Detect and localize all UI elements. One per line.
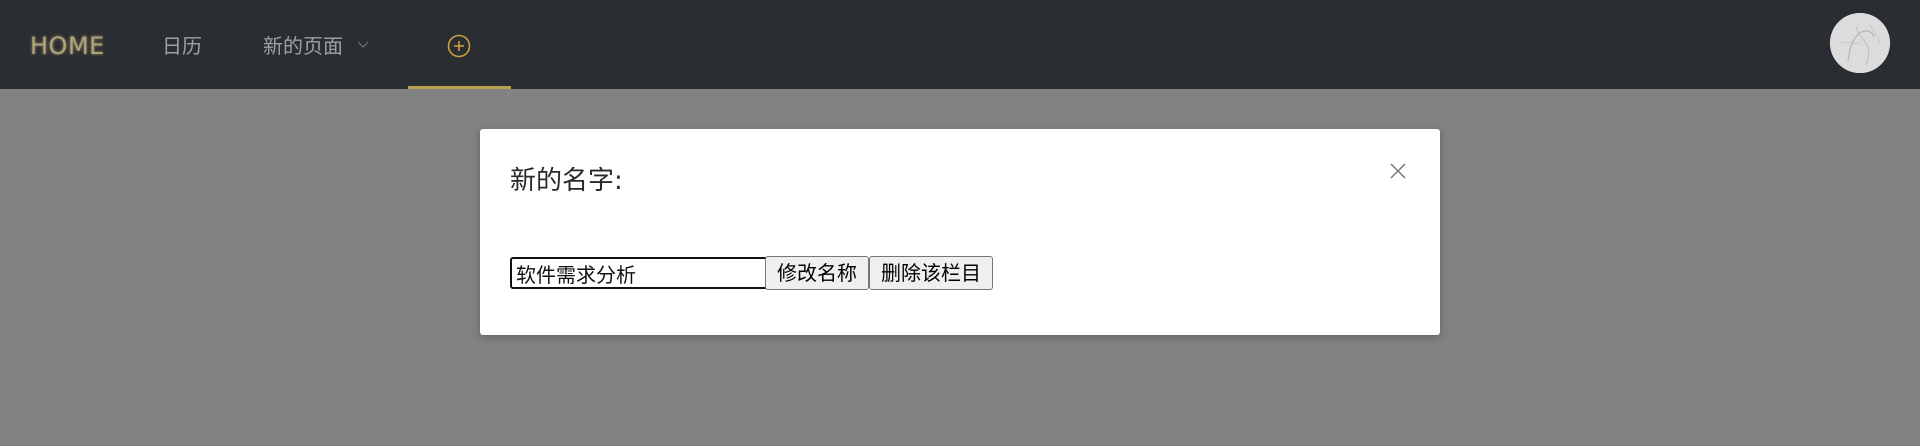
plus-circle-icon — [447, 34, 471, 58]
nav-item-new-page-label: 新的页面 — [263, 34, 343, 58]
dialog-title: 新的名字: — [510, 166, 623, 196]
top-navbar: HOME 日历 新的页面 — [0, 0, 1920, 89]
avatar[interactable] — [1830, 13, 1890, 73]
name-input[interactable] — [510, 257, 771, 289]
nav-item-calendar[interactable]: 日历 — [162, 30, 202, 62]
close-icon[interactable] — [1388, 161, 1408, 181]
add-page-tab[interactable] — [408, 0, 511, 89]
rename-dialog: 新的名字: 修改名称 删除该栏目 — [480, 129, 1440, 335]
delete-column-button[interactable]: 删除该栏目 — [869, 256, 993, 290]
rename-button[interactable]: 修改名称 — [765, 256, 869, 290]
chevron-down-icon — [357, 41, 369, 48]
nav-item-new-page[interactable]: 新的页面 — [263, 30, 369, 62]
nav-home-link[interactable]: HOME — [30, 29, 105, 63]
avatar-icon — [1830, 13, 1890, 73]
